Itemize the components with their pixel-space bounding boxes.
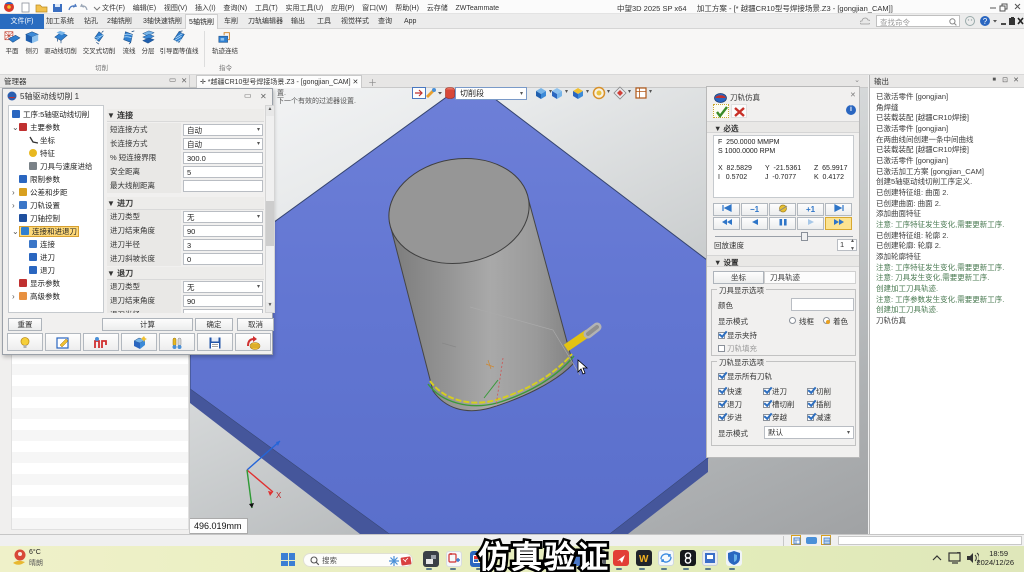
svg-text:X: X: [276, 491, 282, 500]
svg-text:?: ?: [983, 17, 988, 26]
